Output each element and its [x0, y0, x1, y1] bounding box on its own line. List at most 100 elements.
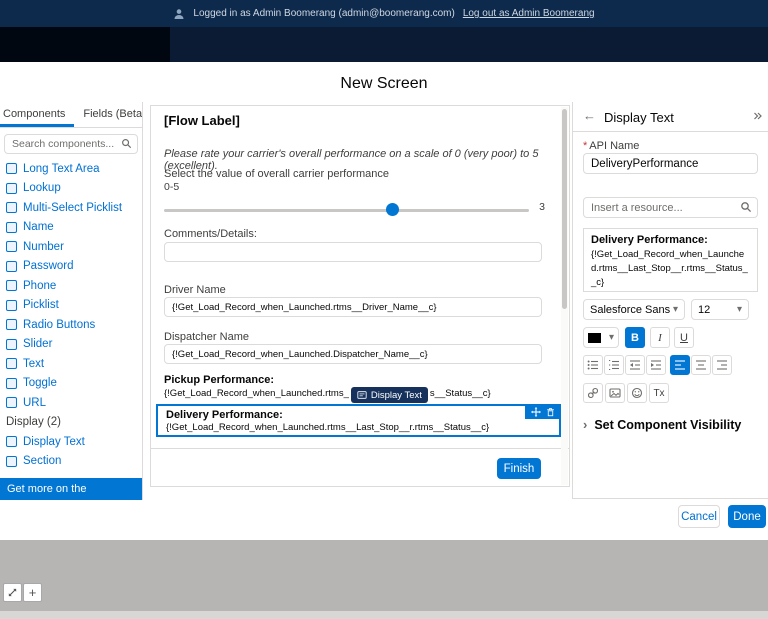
api-name-text: API Name [589, 140, 640, 152]
app-nav-bar [0, 27, 768, 62]
appexchange-link[interactable]: Get more on the AppExchange [0, 478, 142, 500]
align-center-icon [696, 360, 706, 370]
pickup-performance-value[interactable]: {!Get_Load_Record_when_Launched.rtms_ Di… [164, 387, 557, 403]
sidebar-item-radio-buttons[interactable]: Radio Buttons [0, 315, 142, 335]
expand-icon [8, 588, 17, 597]
modal-title: New Screen [340, 75, 428, 92]
italic-button[interactable]: I [650, 327, 670, 348]
sidebar-item-label: Name [23, 221, 54, 234]
sidebar-item-label: Lookup [23, 182, 61, 195]
dispatcher-name-input[interactable] [164, 344, 542, 364]
phone-icon [6, 280, 17, 292]
pickup-performance-label[interactable]: Pickup Performance: [164, 374, 274, 386]
sidebar-item-name[interactable]: Name [0, 218, 142, 238]
number-icon [6, 241, 17, 253]
sidebar-item-text[interactable]: Text [0, 354, 142, 374]
tooltip-label: Display Text [370, 389, 422, 401]
move-icon[interactable] [531, 406, 541, 417]
component-action-badge[interactable] [525, 404, 561, 419]
components-search-input[interactable] [4, 134, 138, 154]
screen-canvas: [Flow Label] Please rate your carrier's … [150, 105, 570, 487]
outdent-icon [630, 360, 640, 370]
delivery-performance-component-selected[interactable]: Delivery Performance: {!Get_Load_Record_… [156, 404, 561, 437]
numbered-list-icon [609, 360, 619, 370]
multi-select-picklist-icon [6, 202, 17, 214]
insert-emoji-button[interactable] [627, 383, 647, 403]
delivery-performance-value: {!Get_Load_Record_when_Launched.rtms__La… [166, 422, 490, 433]
bulleted-list-button[interactable] [583, 355, 603, 375]
sidebar-item-label: Multi-Select Picklist [23, 201, 123, 214]
align-center-button[interactable] [691, 355, 711, 375]
outdent-button[interactable] [625, 355, 645, 375]
delete-icon[interactable] [546, 407, 555, 417]
sidebar-item-url[interactable]: URL [0, 393, 142, 413]
sidebar-item-lookup[interactable]: Lookup [0, 179, 142, 199]
align-left-button[interactable] [670, 355, 690, 375]
sidebar-section-display: Display (2) [6, 416, 61, 429]
sidebar-item-label: Section [23, 455, 62, 468]
rich-text-editor-body[interactable]: Delivery Performance: {!Get_Load_Record_… [583, 228, 758, 292]
person-icon [174, 8, 184, 19]
tab-fields-beta[interactable]: Fields (Beta) [74, 108, 142, 127]
insert-image-button[interactable] [605, 383, 625, 403]
sidebar-item-number[interactable]: Number [0, 237, 142, 257]
flow-label: [Flow Label] [164, 113, 240, 128]
sidebar-item-phone[interactable]: Phone [0, 276, 142, 296]
search-icon [741, 202, 752, 213]
insert-link-button[interactable] [583, 383, 603, 403]
slider-label: Select the value of overall carrier perf… [164, 168, 389, 180]
clear-format-button[interactable]: Tx [649, 383, 669, 403]
underline-button[interactable]: U [674, 327, 694, 348]
bold-button[interactable]: B [625, 327, 645, 348]
zoom-in-button[interactable]: + [23, 583, 42, 602]
sidebar-item-label: Radio Buttons [23, 318, 96, 331]
api-name-input[interactable] [583, 153, 758, 174]
sidebar-item-multi-select-picklist[interactable]: Multi-Select Picklist [0, 198, 142, 218]
sidebar-item-picklist[interactable]: Picklist [0, 296, 142, 316]
carrier-performance-slider: 3 [164, 201, 545, 217]
richtext-heading: Delivery Performance: [591, 234, 708, 246]
password-icon [6, 260, 17, 272]
set-component-visibility-section[interactable]: › Set Component Visibility [583, 417, 741, 432]
slider-track[interactable] [164, 209, 529, 212]
insert-resource-input[interactable] [583, 197, 758, 218]
comments-input[interactable] [164, 242, 542, 262]
sidebar-item-label: Slider [23, 338, 53, 351]
driver-name-input[interactable] [164, 297, 542, 317]
canvas-scrollbar-thumb[interactable] [562, 109, 567, 309]
back-arrow-icon[interactable]: ← [583, 108, 596, 123]
components-search [4, 134, 138, 154]
text-color-picker[interactable]: ▾ [583, 327, 619, 348]
sidebar-item-slider[interactable]: Slider [0, 335, 142, 355]
app-nav-left-block [0, 27, 170, 62]
logout-link[interactable]: Log out as Admin Boomerang [463, 8, 595, 19]
slider-value: 3 [539, 201, 545, 213]
new-screen-modal: New Screen Components Fields (Beta) Long… [0, 62, 768, 540]
long-text-area-icon [6, 163, 17, 175]
sidebar-item-long-text-area[interactable]: Long Text Area [0, 159, 142, 179]
numbered-list-button[interactable] [604, 355, 624, 375]
align-right-button[interactable] [712, 355, 732, 375]
expand-canvas-button[interactable] [3, 583, 22, 602]
sidebar-item-password[interactable]: Password [0, 257, 142, 277]
sidebar-item-toggle[interactable]: Toggle [0, 374, 142, 394]
canvas-scrollbar[interactable] [561, 107, 568, 485]
flow-screen-editor: Logged in as Admin Boomerang (admin@boom… [0, 0, 768, 619]
finish-button[interactable]: Finish [497, 458, 541, 479]
radio-buttons-icon [6, 319, 17, 331]
indent-button[interactable] [646, 355, 666, 375]
color-swatch [588, 332, 601, 343]
collapse-panel-icon[interactable] [751, 110, 763, 122]
font-size-select[interactable]: 12 ▾ [691, 299, 749, 320]
done-button[interactable]: Done [728, 505, 766, 528]
font-select[interactable]: Salesforce Sans ▾ [583, 299, 685, 320]
sidebar-item-label: Password [23, 260, 74, 273]
slider-icon [6, 338, 17, 350]
sidebar-item-display-text[interactable]: Display Text [0, 432, 142, 452]
display-text-tooltip-icon [357, 391, 367, 399]
font-size-value: 12 [698, 303, 711, 316]
cancel-button[interactable]: Cancel [678, 505, 720, 528]
slider-handle[interactable] [385, 203, 399, 216]
sidebar-item-section[interactable]: Section [0, 452, 142, 472]
tab-components[interactable]: Components [0, 108, 74, 127]
